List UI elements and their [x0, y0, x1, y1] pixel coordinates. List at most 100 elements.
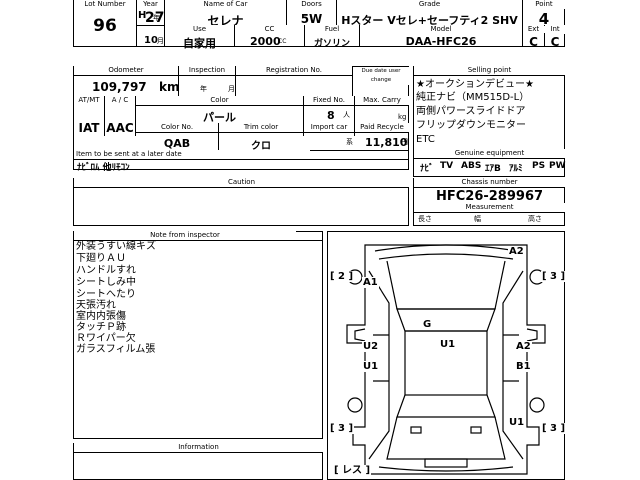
note-line: シートへたり [76, 289, 136, 300]
damage-mark: A1 [362, 277, 379, 288]
equipment-item: ｴｱB [485, 164, 501, 174]
equipment-item: ｱﾙﾐ [509, 164, 523, 174]
import-car-label: Import car [304, 123, 354, 132]
damage-mark: B1 [515, 361, 532, 372]
inspection-month: 月 [228, 85, 235, 93]
damage-mark: [ 3 ] [541, 271, 567, 282]
item-to-be-sent-label: Item to be sent at a later date [74, 150, 310, 159]
lot-number-value: 96 [93, 16, 117, 36]
equipment-item: TV [440, 161, 454, 171]
measurement-length: 長さ [418, 215, 432, 223]
note-line: 天張汚れ [76, 300, 116, 311]
damage-mark: A2 [508, 246, 525, 257]
selling-point-label: Selling point [414, 66, 565, 75]
year-label: Year [137, 0, 164, 9]
chassis-value: HFC26-289967 [435, 189, 544, 204]
divider [135, 132, 409, 133]
note-line: ガラスフィルム張 [76, 344, 156, 355]
divider [413, 212, 565, 213]
ac-value: AAC [106, 121, 134, 135]
cc-unit: CC [278, 38, 287, 45]
cc-label: CC [235, 25, 304, 34]
doors-label: Doors [287, 0, 336, 9]
divider [413, 187, 565, 188]
divider [413, 158, 565, 159]
car-diagram [346, 244, 546, 475]
at-mt-label: AT/MT [74, 96, 104, 105]
equipment-item: PS [532, 161, 546, 171]
odometer-unit: km [159, 80, 180, 94]
trim-color-label: Trim color [219, 123, 303, 132]
doors-value: 5W [300, 12, 323, 26]
int-value: C [550, 35, 560, 49]
max-carry-unit: kg [398, 113, 407, 121]
damage-mark: U2 [362, 341, 380, 352]
divider [73, 452, 323, 453]
measurement-label: Measurement [414, 203, 565, 212]
selling-point-line: ★オークションデビュー★ [416, 79, 534, 90]
genuine-equipment-label: Genuine equipment [414, 149, 565, 158]
color-label: Color [136, 96, 303, 105]
equipment-item: PW [549, 161, 566, 171]
note-line: 下廻りＡＵ [76, 253, 126, 264]
selling-point-line: 両側パワースライドドア [416, 106, 526, 117]
note-line: ハンドルすれ [76, 265, 136, 276]
selling-point-line: 純正ナビ（MM515D-L） [416, 92, 530, 103]
divider [135, 105, 409, 106]
damage-mark: [ 3 ] [329, 423, 355, 434]
fixed-no-unit: 人 [343, 111, 350, 119]
item-to-be-sent-value: ﾅﾋﾞﾛﾑ 他ﾘﾓｺﾝ [77, 163, 130, 173]
ext-label: Ext [523, 25, 544, 34]
equipment-item: ABS [461, 161, 482, 171]
damage-mark: G [422, 319, 433, 330]
note-line: 室内内張傷 [76, 311, 126, 322]
note-line: Ｒワイパー欠 [76, 333, 136, 344]
note-line: 外装うすい線キズ [76, 241, 156, 252]
damage-mark: [ 2 ] [329, 271, 355, 282]
inspection-label: Inspection [179, 66, 235, 75]
fuel-value: ガソリン [313, 39, 350, 49]
registration-label: Registration No. [236, 66, 352, 75]
selling-point-line: ETC [416, 134, 435, 145]
damage-mark: [ レス ] [333, 465, 372, 476]
at-mt-value: IAT [78, 121, 100, 135]
year-suffix: 年 [153, 14, 160, 22]
import-car-unit: 系 [346, 138, 353, 146]
inspection-year: 年 [200, 85, 207, 93]
odometer-value: 109,797 [92, 80, 147, 94]
month-value: 10 [144, 35, 158, 46]
measurement-width: 幅 [474, 215, 481, 223]
cc-value: 2000 [250, 35, 281, 48]
int-label: Int [545, 25, 565, 34]
use-value: 自家用 [183, 37, 216, 50]
lot-number-label: Lot Number [74, 0, 136, 9]
caution-label: Caution [74, 178, 409, 187]
month-suffix: 月 [157, 37, 164, 45]
odometer-label: Odometer [74, 66, 178, 75]
paid-recycle-unit: 円 [401, 138, 408, 146]
point-label: Point [523, 0, 565, 9]
chassis-label: Chassis number [414, 178, 565, 187]
damage-mark: [ 3 ] [541, 423, 567, 434]
model-value: DAA-HFC26 [405, 35, 477, 48]
measurement-height: 高さ [528, 215, 542, 223]
information-label: Information [74, 443, 323, 452]
divider [413, 75, 565, 76]
damage-mark: U1 [508, 417, 526, 428]
note-line: シートしみ中 [76, 277, 136, 288]
color-no-value: QAB [163, 137, 191, 150]
notes-label: Note from inspector [74, 231, 296, 240]
color-no-label: Color No. [136, 123, 218, 132]
damage-mark: A2 [515, 341, 532, 352]
fixed-no-label: Fixed No. [304, 96, 354, 105]
max-carry-label: Max. Carry [355, 96, 409, 105]
fuel-label: Fuel [305, 25, 359, 34]
ac-label: A / C [105, 96, 135, 105]
paid-recycle-label: Paid Recycle [355, 123, 409, 132]
damage-mark: U1 [362, 361, 380, 372]
ext-value: C [529, 35, 538, 49]
damage-mark: U1 [439, 339, 457, 350]
use-label: Use [165, 25, 234, 34]
model-label: Model [360, 25, 522, 34]
name-of-car-label: Name of Car [165, 0, 286, 9]
